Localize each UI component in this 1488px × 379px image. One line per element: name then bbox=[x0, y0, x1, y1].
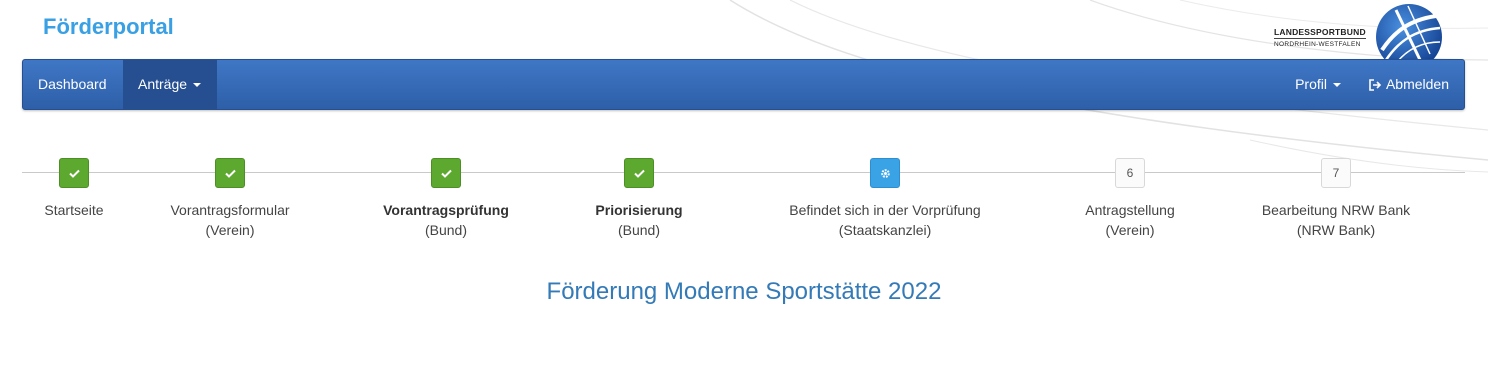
step-title: Priorisierung bbox=[595, 202, 683, 218]
step-title: Vorantragsformular bbox=[170, 202, 290, 218]
check-icon bbox=[633, 169, 645, 178]
check-icon bbox=[440, 169, 452, 178]
logo-text: LANDESSPORTBUND NORDRHEIN-WESTFALEN bbox=[1274, 28, 1366, 49]
main-navbar: Dashboard Anträge Profil Abmelden bbox=[22, 59, 1465, 110]
step-badge bbox=[870, 158, 900, 188]
step-title: Befindet sich in der Vorprüfung bbox=[789, 202, 981, 218]
nav-profil-label: Profil bbox=[1295, 76, 1327, 92]
step-subtitle: (Bund) bbox=[424, 222, 468, 238]
nav-antraege-dropdown[interactable]: Anträge bbox=[123, 60, 217, 109]
brand-title[interactable]: Förderportal bbox=[43, 14, 174, 40]
step-badge bbox=[431, 158, 461, 188]
step-title: Vorantragsprüfung bbox=[383, 202, 509, 218]
nav-logout-label: Abmelden bbox=[1385, 76, 1449, 92]
nav-logout[interactable]: Abmelden bbox=[1354, 60, 1464, 109]
step-title: Bearbeitung NRW Bank bbox=[1261, 202, 1411, 218]
step-subtitle: (NRW Bank) bbox=[1296, 222, 1376, 238]
gear-icon bbox=[880, 168, 890, 178]
logo-line-1: LANDESSPORTBUND bbox=[1274, 27, 1366, 37]
step-badge bbox=[215, 158, 245, 188]
step-badge-number: 7 bbox=[1321, 158, 1351, 188]
step-badge-number: 6 bbox=[1115, 158, 1145, 188]
nav-profil-dropdown[interactable]: Profil bbox=[1280, 60, 1356, 109]
step-title: Antragstellung bbox=[1085, 202, 1175, 218]
sign-out-icon bbox=[1369, 79, 1382, 92]
nav-antraege-label: Anträge bbox=[138, 76, 188, 92]
nav-dashboard-label: Dashboard bbox=[38, 76, 107, 92]
step-7: 7 Bearbeitung NRW Bank (NRW Bank) bbox=[1226, 150, 1446, 240]
step-3: Vorantragsprüfung (Bund) bbox=[336, 150, 556, 240]
step-subtitle: (Verein) bbox=[205, 222, 255, 238]
caret-down-icon bbox=[193, 83, 202, 88]
step-subtitle: (Verein) bbox=[1105, 222, 1155, 238]
page-headline: Förderung Moderne Sportstätte 2022 bbox=[546, 278, 942, 305]
step-2: Vorantragsformular (Verein) bbox=[120, 150, 340, 240]
check-icon bbox=[68, 169, 80, 178]
logo-line-2: NORDRHEIN-WESTFALEN bbox=[1274, 38, 1366, 49]
step-5: Befindet sich in der Vorprüfung (Staatsk… bbox=[775, 150, 995, 240]
step-4: Priorisierung (Bund) bbox=[529, 150, 749, 240]
nav-dashboard[interactable]: Dashboard bbox=[23, 60, 122, 109]
caret-down-icon bbox=[1333, 83, 1341, 88]
progress-steps: Startseite Vorantragsformular (Verein) V… bbox=[22, 150, 1465, 250]
check-icon bbox=[224, 169, 236, 178]
step-subtitle: (Staatskanzlei) bbox=[838, 222, 932, 238]
step-badge bbox=[624, 158, 654, 188]
step-6: 6 Antragstellung (Verein) bbox=[1020, 150, 1240, 240]
step-subtitle: (Bund) bbox=[617, 222, 661, 238]
step-badge bbox=[59, 158, 89, 188]
